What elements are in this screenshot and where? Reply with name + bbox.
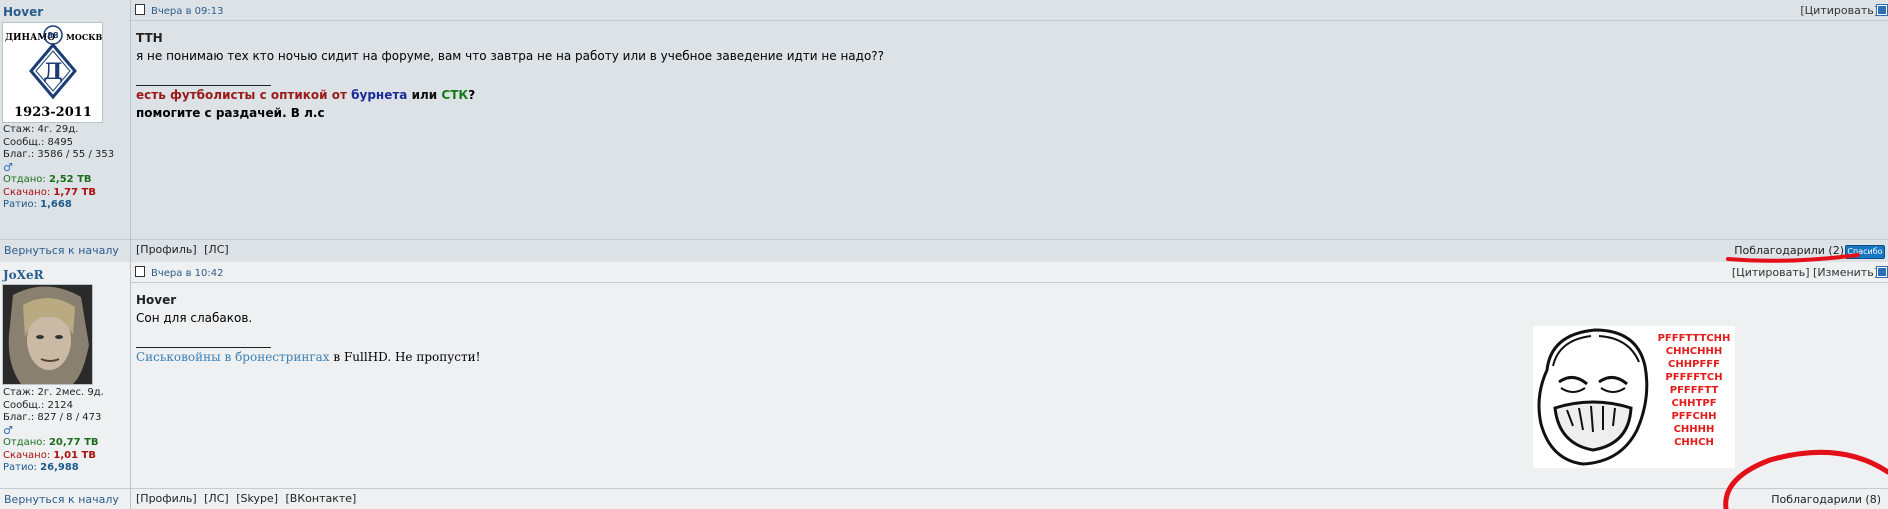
post-footer: [Профиль] [ЛС] [Skype] [ВКонтакте] Побла… [131,488,1888,509]
post-tools: [Цитировать] [Изменить] [1732,266,1878,279]
post-text: Сон для слабаков. [136,311,253,325]
quote-button[interactable]: [Цитировать] [1732,266,1810,279]
avatar [2,284,93,385]
post-tools: [Цитировать] [1800,4,1878,17]
svg-text:88: 88 [47,31,59,40]
stat-thanks: Благ.: 3586 / 55 / 353 [3,149,115,160]
stat-downloaded: Скачано: 1,01 TB [3,449,97,461]
post-document-icon [135,4,145,15]
meme-image: PFFFTTTCHH CHHCHHH CHHPFFF PFFFFTCH PFFF… [1533,326,1735,468]
svg-text:Д: Д [43,59,63,85]
gender-icon: ♂ [3,160,13,174]
dinamo-logo-icon: ДИНАМО 88 МОСКВА Д 1923-2011 [5,25,109,120]
pm-link[interactable]: [ЛС] [204,492,229,505]
laughing-face-icon [1537,328,1649,466]
post-document-icon [135,266,145,277]
post-body: Hover Сон для слабаков. Сиськовойны в бр… [136,291,481,366]
stat-stazh: Стаж: 2г. 2мес. 9д. [3,387,104,398]
post-header: Вчера в 09:13 [Цитировать] [131,0,1888,21]
quoted-user: Hover [136,293,177,307]
username[interactable]: Hover [3,5,43,19]
post-author-panel: JoXeR Стаж: 2г. 2мес. 9д. Сообщ.: 2124 Б… [0,262,131,509]
pm-link[interactable]: [ЛС] [204,243,229,256]
quoted-user: TTH [136,31,163,45]
edit-button[interactable]: [Изменить] [1813,266,1878,279]
svg-text:1923-2011: 1923-2011 [14,105,92,120]
stat-uploaded: Отдано: 20,77 TB [3,437,99,448]
thanks-button[interactable]: Спасибо [1845,245,1885,259]
signature-link-burnet[interactable]: бурнета [351,88,407,102]
thanks-count[interactable]: Поблагодарили (8) [1771,493,1881,506]
post-body: TTH я не понимаю тех кто ночью сидит на … [136,29,884,122]
back-to-top-link[interactable]: Вернуться к началу [4,244,119,257]
user-stats-list-2: Стаж: 2г. 2мес. 9д. Сообщ.: 2124 Благ.: … [3,387,125,475]
signature-link[interactable]: Сиськовойны в бронестрингах [136,350,330,364]
svg-text:МОСКВА: МОСКВА [66,32,102,42]
stat-downloaded: Скачано: 1,77 TB [3,186,97,198]
signature-line2: помогите с раздачей. В л.с [136,106,325,120]
signature-link-stk[interactable]: СТК [441,88,468,102]
skype-link[interactable]: [Skype] [236,492,278,505]
post-content-panel: Вчера в 09:13 [Цитировать] TTH я не пони… [131,0,1888,262]
post-links: [Профиль] [ЛС] [Skype] [ВКонтакте] [136,492,360,505]
meme-caption: PFFFTTTCHH CHHCHHH CHHPFFF PFFFFTCH PFFF… [1657,333,1731,448]
vkontakte-link[interactable]: [ВКонтакте] [286,492,357,505]
author-footer: Вернуться к началу [0,488,130,509]
stat-stazh: Стаж: 4г. 29д. [3,124,79,135]
stat-thanks: Благ.: 827 / 8 / 473 [3,412,102,423]
post-footer: [Профиль] [ЛС] Поблагодарили (2) Спасибо [131,239,1888,260]
post-author-panel: Hover ДИНАМО 88 МОСКВА Д 1923-2011 Стаж:… [0,0,131,262]
stat-messages: Сообщ.: 8495 [3,136,73,148]
signature: есть футболисты с оптикой от бурнета или… [136,88,476,102]
stat-messages: Сообщ.: 2124 [3,399,73,411]
post-1: Hover ДИНАМО 88 МОСКВА Д 1923-2011 Стаж:… [0,0,1888,262]
user-stats: Стаж: 4г. 29д. Сообщ.: 8495 Благ.: 3586 … [3,124,125,212]
thanks-count[interactable]: Поблагодарили (2) [1734,244,1844,257]
post-date: Вчера в 10:42 [135,266,223,279]
avatar: ДИНАМО 88 МОСКВА Д 1923-2011 [2,22,109,123]
signature: Сиськовойны в бронестрингах в FullHD. Не… [136,350,481,364]
user-photo-icon [3,285,92,384]
post-links: [Профиль] [ЛС] [136,243,233,256]
stat-ratio: Ратио: 26,988 [3,462,79,473]
author-footer: Вернуться к началу [0,239,130,260]
back-to-top-link[interactable]: Вернуться к началу [4,493,119,506]
post-date: Вчера в 09:13 [135,4,223,17]
profile-link[interactable]: [Профиль] [136,492,197,505]
gender-icon: ♂ [3,423,13,437]
stat-uploaded: Отдано: 2,52 TB [3,174,92,185]
stat-ratio: Ратио: 1,668 [3,199,72,210]
profile-link[interactable]: [Профиль] [136,243,197,256]
username[interactable]: JoXeR [3,268,44,282]
post-text: я не понимаю тех кто ночью сидит на фору… [136,49,885,63]
post-header: Вчера в 10:42 [Цитировать] [Изменить] [131,262,1888,283]
post-anchor-icon[interactable] [1877,5,1887,15]
quote-button[interactable]: [Цитировать] [1800,4,1878,17]
post-anchor-icon[interactable] [1877,267,1887,277]
